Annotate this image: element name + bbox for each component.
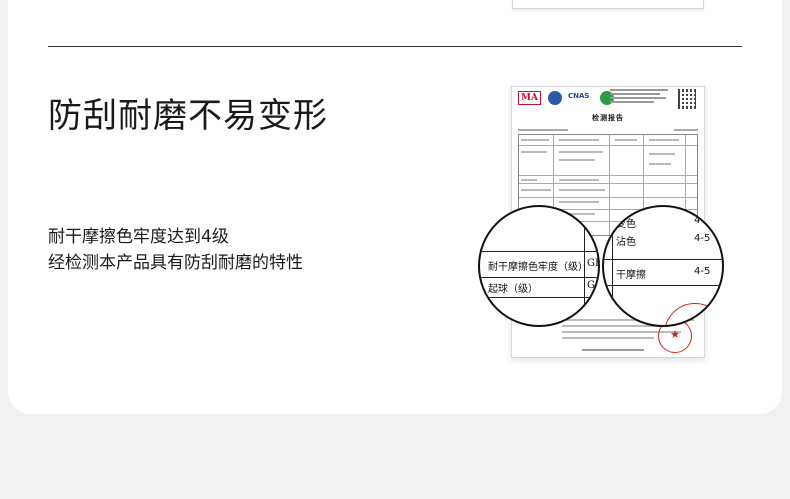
magnified-grade-staining: 4-5 — [694, 233, 711, 244]
report-footer-line — [582, 349, 644, 351]
qr-code-icon — [678, 89, 698, 109]
ilac-logo-icon — [548, 91, 562, 105]
magnified-test-item-dry-rubbing: 耐干摩擦色牢度（级） — [488, 262, 588, 273]
magnified-grade-dry-rubbing: 4-5 — [694, 266, 711, 277]
magnified-standard-cut-2: G — [587, 280, 595, 291]
magnified-standard-cut: GB — [587, 258, 598, 269]
magnified-grade-color-change: 4-5 — [694, 215, 711, 226]
feature-description: 耐干摩擦色牢度达到4级 经检测本产品具有防刮耐磨的特性 — [48, 224, 303, 276]
magnified-item-staining: 沾色 — [616, 237, 636, 248]
magnified-item-color-change: 变色 — [616, 219, 636, 230]
magnifier-left: 耐干摩擦色牢度（级） GB 起球（级） G — [478, 205, 600, 327]
report-header-fine-print — [610, 89, 672, 105]
feature-desc-line-2: 经检测本产品具有防刮耐磨的特性 — [48, 253, 303, 273]
magnifier-right: 变色 4-5 沾色 4-5 干摩擦 4-5 — [602, 205, 724, 327]
section-divider — [48, 46, 742, 47]
report-meta-line — [518, 127, 698, 133]
report-title: 检测报告 — [592, 113, 624, 122]
cnas-logo: CNAS — [568, 92, 590, 100]
feature-title: 防刮耐磨不易变形 — [48, 96, 328, 136]
feature-desc-line-1: 耐干摩擦色牢度达到4级 — [48, 227, 229, 247]
magnified-test-item-pilling: 起球（级） — [488, 284, 538, 295]
magnified-item-dry-rubbing: 干摩擦 — [616, 270, 646, 281]
cma-logo: MA — [518, 91, 541, 105]
previous-document-edge — [512, 0, 704, 9]
